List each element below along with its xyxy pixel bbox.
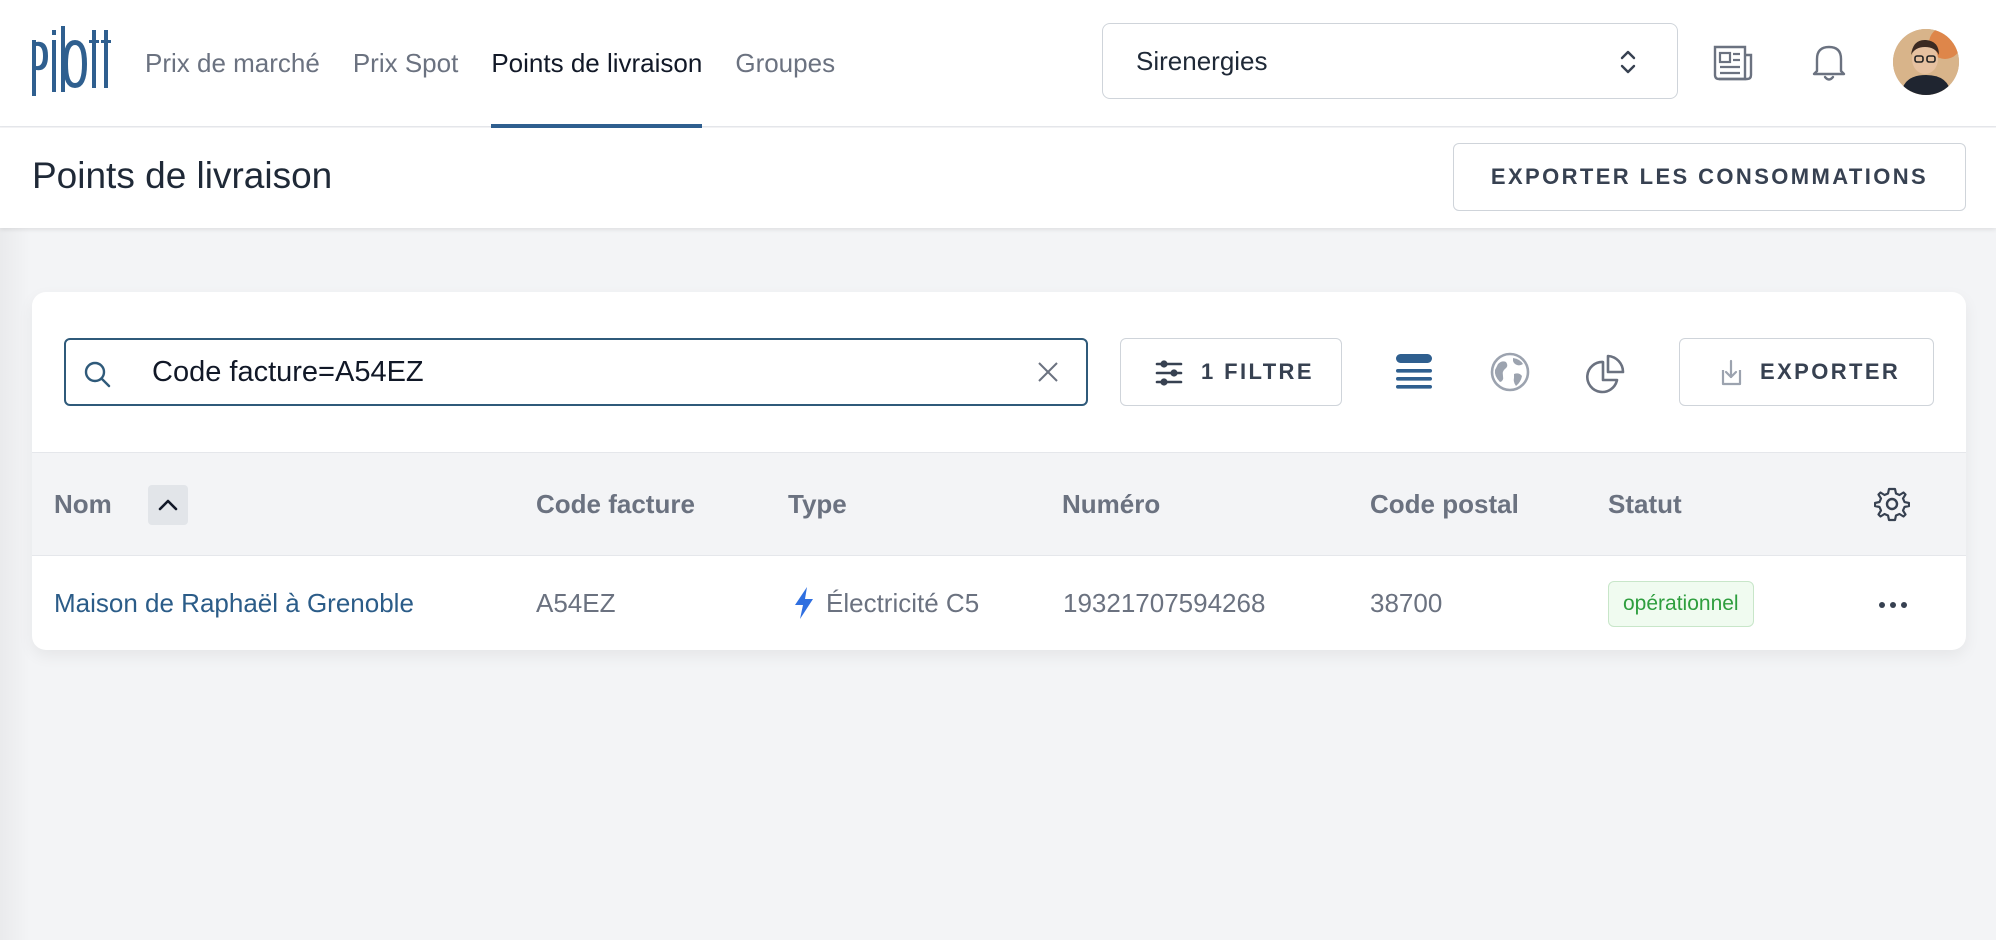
- export-consumptions-button[interactable]: EXPORTER LES CONSOMMATIONS: [1453, 143, 1966, 211]
- search-input[interactable]: Code facture=A54EZ: [64, 338, 1088, 406]
- search-icon: [84, 361, 111, 388]
- sidebar-shadow: [0, 228, 30, 940]
- nav-item-prix-spot[interactable]: Prix Spot: [353, 0, 459, 127]
- page-header: Points de livraison EXPORTER LES CONSOMM…: [0, 128, 1996, 228]
- sliders-icon: [1155, 360, 1183, 386]
- status-badge: opérationnel: [1608, 581, 1754, 627]
- globe-icon[interactable]: [1488, 350, 1532, 394]
- column-header-invoice-code[interactable]: Code facture: [536, 453, 695, 555]
- organization-select-value: Sirenergies: [1136, 46, 1268, 76]
- top-navigation-bar: Prix de marché Prix Spot Points de livra…: [0, 0, 1996, 128]
- lightning-icon: [795, 587, 813, 619]
- column-header-number[interactable]: Numéro: [1062, 453, 1160, 555]
- newspaper-icon[interactable]: [1709, 39, 1757, 87]
- filter-button-label: 1 FILTRE: [1201, 359, 1314, 384]
- chevron-up-down-icon: [1620, 50, 1636, 74]
- avatar[interactable]: [1893, 29, 1959, 95]
- row-name-link[interactable]: Maison de Raphaël à Grenoble: [54, 556, 414, 650]
- close-icon[interactable]: [1036, 360, 1060, 384]
- row-type: Électricité C5: [826, 588, 980, 618]
- row-invoice-code: A54EZ: [536, 588, 616, 618]
- gear-icon[interactable]: [1874, 486, 1910, 522]
- avatar-image: [1893, 29, 1959, 95]
- export-button[interactable]: EXPORTER: [1679, 338, 1934, 406]
- chevron-up-icon: [158, 499, 178, 511]
- table-header: Nom Code facture Type Numéro Code postal…: [32, 452, 1966, 556]
- page-title: Points de livraison: [32, 155, 333, 196]
- download-icon: [1721, 359, 1742, 386]
- export-button-label: EXPORTER: [1760, 359, 1901, 384]
- column-header-status[interactable]: Statut: [1608, 453, 1682, 555]
- row-postal-code: 38700: [1370, 588, 1443, 618]
- pilott-logo[interactable]: [30, 26, 114, 98]
- more-options-icon[interactable]: [1878, 601, 1908, 609]
- pie-chart-icon[interactable]: [1585, 350, 1629, 394]
- column-header-name[interactable]: Nom: [54, 453, 112, 555]
- search-input-value: Code facture=A54EZ: [152, 356, 424, 388]
- nav-item-points-de-livraison[interactable]: Points de livraison: [491, 0, 703, 128]
- sort-ascending-button[interactable]: [148, 485, 188, 525]
- list-view-icon[interactable]: [1392, 350, 1436, 394]
- nav-item-groupes[interactable]: Groupes: [735, 0, 835, 127]
- column-header-postal-code[interactable]: Code postal: [1370, 453, 1519, 555]
- column-header-type[interactable]: Type: [788, 453, 847, 555]
- filter-button[interactable]: 1 FILTRE: [1120, 338, 1342, 406]
- nav-item-prix-de-marche[interactable]: Prix de marché: [145, 0, 320, 127]
- bell-icon[interactable]: [1805, 38, 1853, 86]
- organization-select[interactable]: Sirenergies: [1102, 23, 1678, 99]
- main-nav: Prix de marché Prix Spot Points de livra…: [145, 0, 868, 128]
- row-number: 19321707594268: [1063, 588, 1266, 618]
